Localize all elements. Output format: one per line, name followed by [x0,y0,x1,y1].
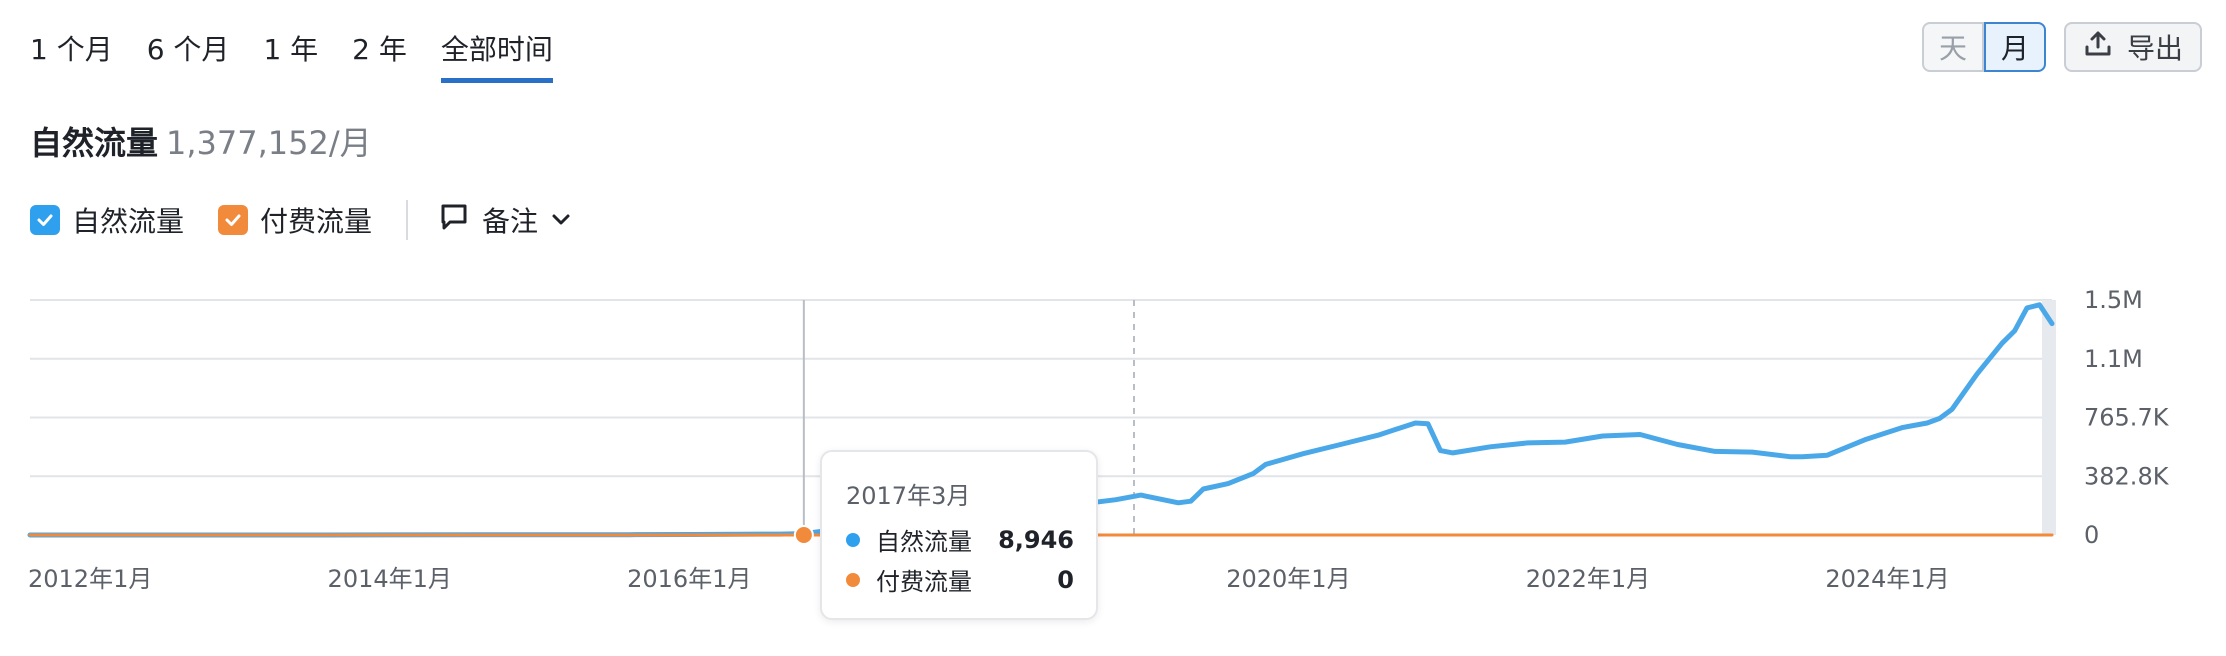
tab-6-months[interactable]: 6 个月 [147,28,230,83]
y-tick-label: 765.7K [2084,404,2170,432]
headline-label: 自然流量 [30,124,159,162]
chart-legend: 自然流量 付费流量 备注 [30,200,572,240]
tooltip-organic-name: 自然流量 [876,528,972,556]
hover-point [793,525,814,545]
x-tick-label: 2024年1月 [1825,565,1949,593]
traffic-line-chart: 1.5M 1.1M 765.7K 382.8K 0 2012年1月 2014年1月 2016年… [27,286,2170,593]
export-label: 导出 [2126,32,2183,65]
partial-period-band [2042,300,2056,535]
tooltip-date: 2017年3月 [846,482,971,510]
tooltip-row-paid: 付费流量 0 [846,562,1074,597]
tab-1-month[interactable]: 1 个月 [30,28,113,83]
upload-icon [2083,29,2113,66]
headline-value: 1,377,152/月 [166,124,372,162]
comment-icon [438,201,470,240]
legend-organic[interactable]: 自然流量 [30,200,184,240]
time-range-tabs: 1 个月 6 个月 1 年 2 年 全部时间 [30,28,587,83]
y-tick-label: 382.8K [2084,462,2170,490]
tab-1-year[interactable]: 1 年 [263,28,318,83]
legend-paid-label: 付费流量 [260,205,373,238]
x-tick-label: 2020年1月 [1226,565,1350,593]
headline: 自然流量 1,377,152/月 [30,118,372,164]
x-tick-label: 2014年1月 [328,565,452,593]
tooltip-row-organic: 自然流量 8,946 [846,522,1074,557]
y-tick-label: 1.1M [2084,345,2143,373]
legend-organic-label: 自然流量 [72,205,185,238]
checkbox-checked-icon[interactable] [218,205,249,235]
legend-paid[interactable]: 付费流量 [218,200,372,240]
divider [406,200,409,240]
tooltip-paid-value: 0 [1057,565,1074,594]
x-tick-label: 2012年1月 [28,565,152,593]
notes-label: 备注 [482,205,539,238]
tooltip-paid-name: 付费流量 [876,568,972,596]
export-button[interactable]: 导出 [2064,22,2202,72]
organic-dot-icon [846,532,860,547]
x-tick-label: 2022年1月 [1526,565,1650,593]
paid-dot-icon [846,572,860,587]
tab-2-years[interactable]: 2 年 [352,28,407,83]
chart-tooltip: 2017年3月 自然流量 8,946 付费流量 0 [820,450,1098,620]
y-tick-label: 1.5M [2084,286,2143,314]
chevron-down-icon [550,204,572,237]
tooltip-organic-value: 8,946 [998,525,1074,554]
x-tick-label: 2016年1月 [627,565,751,593]
checkbox-checked-icon[interactable] [30,205,60,235]
notes-dropdown[interactable]: 备注 [438,200,572,240]
y-tick-label: 0 [2084,521,2099,549]
month-button[interactable]: 月 [1984,22,2046,72]
granularity-toggle: 天 月 [1922,22,2046,72]
day-button[interactable]: 天 [1922,22,1984,72]
tab-all-time[interactable]: 全部时间 [440,28,553,83]
